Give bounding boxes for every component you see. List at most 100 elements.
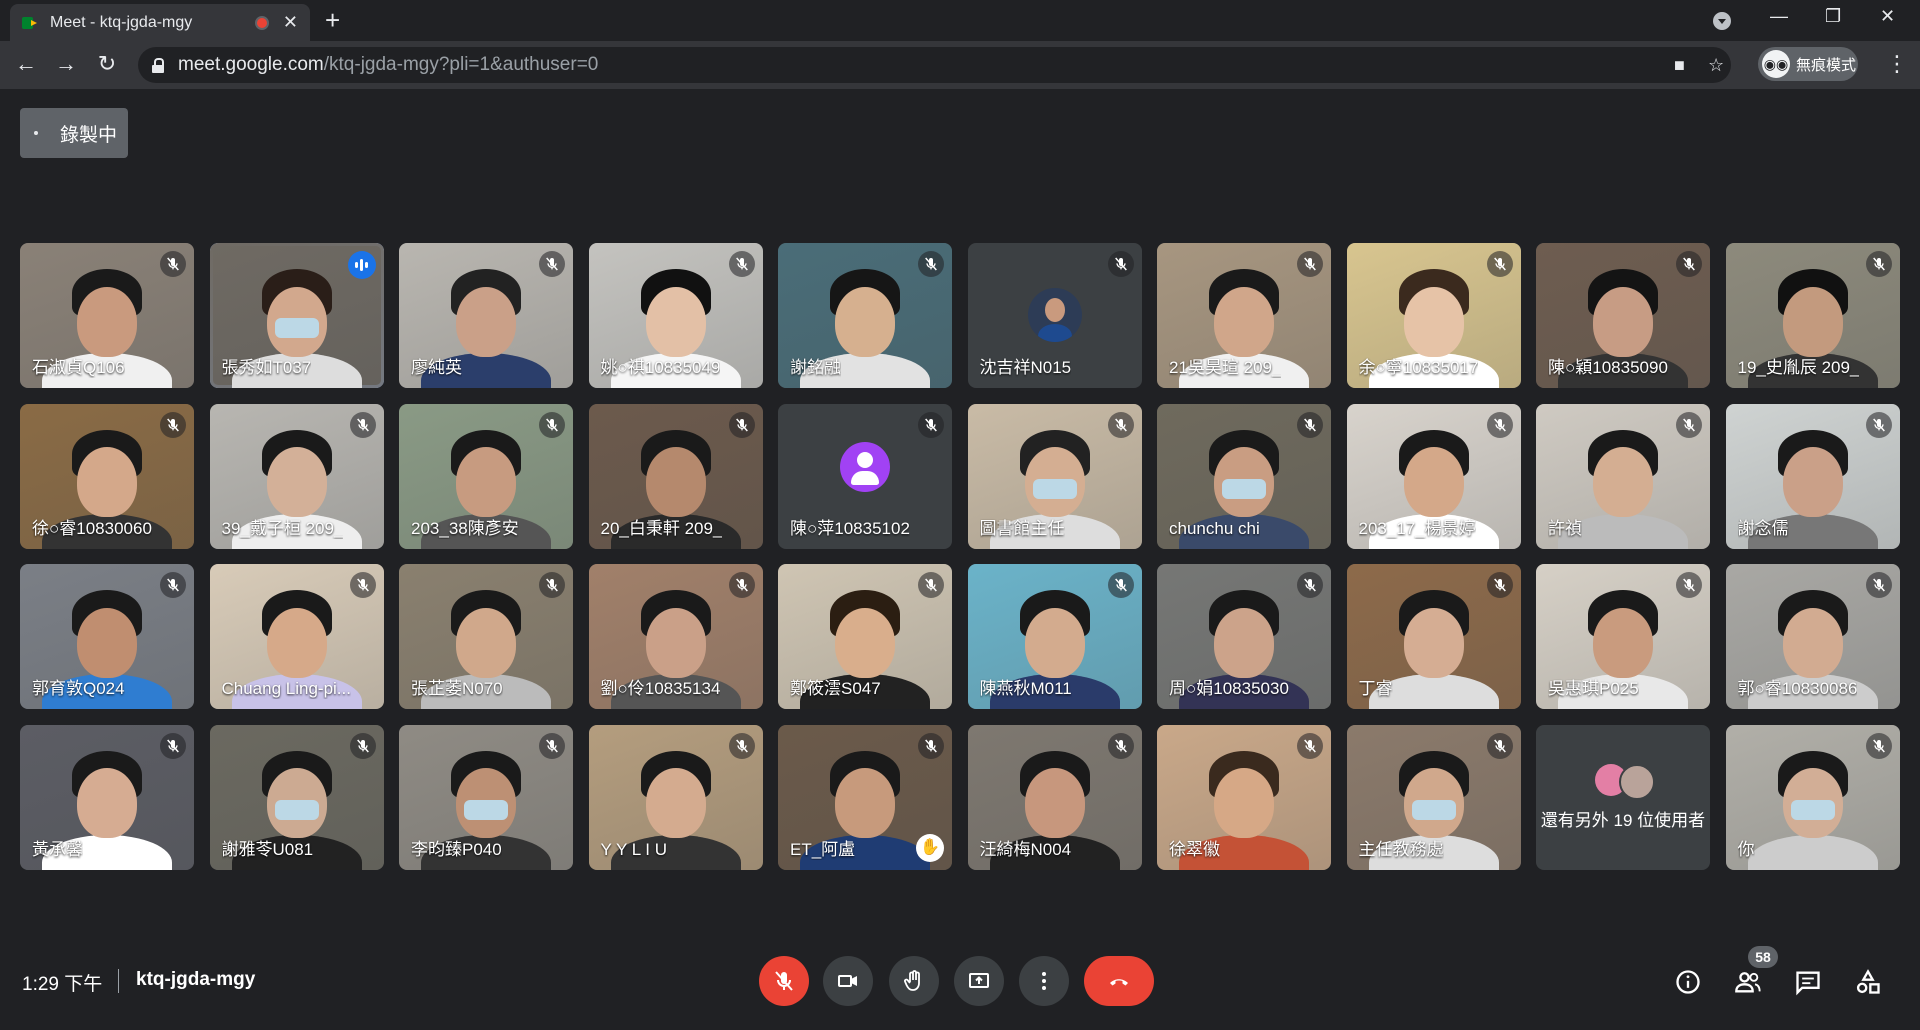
more-options-button[interactable] (1019, 956, 1069, 1006)
mic-muted-icon (1107, 732, 1134, 759)
lock-icon[interactable] (152, 58, 164, 73)
incognito-profile-button[interactable]: ◉◉ 無痕模式 (1758, 47, 1858, 81)
camera-in-use-icon[interactable]: ■ (1674, 55, 1685, 76)
browser-tab[interactable]: Meet - ktq-jgda-mgy ✕ (10, 4, 310, 41)
participant-tile[interactable]: Y Y L I U (588, 724, 763, 870)
mic-muted-icon (1297, 572, 1323, 598)
participant-tile[interactable]: 20_白秉軒 209_ (588, 403, 763, 549)
participant-name: 21吳昊瑄 209_ (1169, 358, 1282, 377)
participant-name: 周○娟10835030 (1169, 679, 1289, 698)
participant-tile[interactable]: 還有另外 19 位使用者 (1536, 724, 1710, 870)
footer-divider (118, 969, 119, 993)
tab-search-icon[interactable] (1713, 12, 1731, 30)
participant-tile[interactable]: 陳○穎10835090 (1536, 243, 1710, 388)
incognito-label: 無痕模式 (1796, 56, 1857, 74)
mic-muted-icon (1865, 732, 1892, 759)
participant-tile[interactable]: 許禎 (1536, 403, 1710, 549)
participant-tile[interactable]: 你 (1725, 724, 1900, 870)
participant-tile[interactable]: 徐翠徽 (1157, 724, 1331, 870)
participant-tile[interactable]: 丁睿 (1346, 564, 1521, 709)
participant-tile[interactable]: 汪綺梅N004 (967, 724, 1142, 870)
participant-tile[interactable]: Chuang Ling-pi... (209, 564, 384, 709)
participant-tile[interactable]: 21吳昊瑄 209_ (1157, 243, 1331, 388)
present-screen-button[interactable] (954, 956, 1004, 1006)
participant-tile[interactable]: 姚○祺10835049 (588, 243, 763, 388)
close-tab-icon[interactable]: ✕ (283, 12, 298, 33)
activities-button[interactable] (1852, 966, 1884, 998)
address-bar[interactable]: meet.google.com/ktq-jgda-mgy?pli=1&authu… (138, 47, 1731, 83)
participant-name: ET_阿盧 (790, 839, 856, 859)
participant-name: 李昀臻P040 (411, 839, 502, 859)
participant-name: 19_史胤辰 209_ (1737, 358, 1860, 377)
participant-tile[interactable]: 周○娟10835030 (1157, 564, 1331, 709)
forward-arrow-icon[interactable]: → (52, 51, 80, 77)
participant-tile[interactable]: 郭○睿10830086 (1725, 564, 1900, 709)
mic-muted-icon (539, 572, 565, 598)
people-button[interactable] (1732, 966, 1764, 998)
new-tab-button[interactable]: + (325, 6, 340, 34)
participant-tile[interactable]: 張芷萎N070 (399, 564, 573, 709)
recording-indicator-icon (254, 15, 269, 30)
close-window-icon[interactable]: ✕ (1880, 6, 1895, 27)
participant-tile[interactable]: 李昀臻P040 (399, 724, 573, 870)
participant-tile[interactable]: 鄭筱澐S047 (778, 564, 952, 709)
minimize-window-icon[interactable]: — (1770, 6, 1788, 27)
participant-tile[interactable]: 19_史胤辰 209_ (1725, 243, 1900, 388)
meeting-details-button[interactable] (1672, 966, 1704, 998)
participant-tile[interactable]: 203_17_楊景婷 (1346, 403, 1521, 549)
participant-name: 姚○祺10835049 (600, 358, 721, 377)
mic-muted-icon (1107, 572, 1134, 598)
participant-tile[interactable]: 圖書館主任 (967, 403, 1142, 549)
participant-tile[interactable]: ET_阿盧 ✋ (778, 724, 952, 870)
participant-name: Chuang Ling-pi... (221, 679, 351, 698)
bookmark-star-icon[interactable]: ☆ (1708, 55, 1724, 76)
hand-icon (904, 970, 920, 991)
raise-hand-button[interactable] (889, 956, 939, 1006)
participant-tile[interactable]: 張秀如T037 (209, 243, 384, 388)
camera-toggle-button[interactable] (823, 956, 873, 1006)
participant-tile[interactable]: 黃承馨 (20, 724, 194, 870)
mic-muted-icon (160, 251, 186, 277)
participant-tile[interactable]: 郭育敦Q024 (20, 564, 194, 709)
mic-muted-icon (539, 732, 565, 759)
mic-muted-icon (1486, 411, 1513, 438)
mic-muted-icon (1107, 411, 1134, 438)
participant-name: 20_白秉軒 209_ (600, 518, 723, 538)
participant-tile[interactable]: 39_戴子桓 209_ (209, 403, 384, 549)
participant-tile[interactable]: 陳○萍10835102 (778, 403, 952, 549)
participant-tile[interactable]: 石淑貞Q106 (20, 243, 194, 388)
recording-chip[interactable]: 錄製中 (20, 108, 128, 158)
info-icon (1676, 970, 1700, 994)
participant-tile[interactable]: 余○寧10835017 (1346, 243, 1521, 388)
participant-tile[interactable]: 謝雅苓U081 (209, 724, 384, 870)
present-icon (969, 973, 989, 988)
participant-name: 郭育敦Q024 (32, 679, 125, 698)
mic-muted-icon (1297, 732, 1323, 759)
participant-name: 主任教務處 (1358, 839, 1444, 859)
participant-tile[interactable]: 203_38陳彥安 (399, 403, 573, 549)
participant-tile[interactable]: 沈吉祥N015 (967, 243, 1142, 388)
mic-muted-icon (1676, 411, 1702, 438)
participant-tile[interactable]: 廖純英 (399, 243, 573, 388)
more-vert-icon (1042, 972, 1046, 990)
participant-tile[interactable]: 吳惠琪P025 (1536, 564, 1710, 709)
back-arrow-icon[interactable]: ← (12, 51, 40, 77)
participant-tile[interactable]: chunchu chi (1157, 403, 1331, 549)
mic-muted-icon (728, 251, 755, 277)
participant-tile[interactable]: 謝念儒 (1725, 403, 1900, 549)
reload-icon[interactable]: ↻ (93, 51, 121, 77)
participant-name: 203_17_楊景婷 (1358, 518, 1476, 538)
chat-button[interactable] (1792, 966, 1824, 998)
participant-tile[interactable]: 劉○伶10835134 (588, 564, 763, 709)
browser-menu-icon[interactable]: ⋮ (1886, 51, 1908, 77)
participant-tile[interactable]: 主任教務處 (1346, 724, 1521, 870)
raised-hand-icon: ✋ (916, 833, 944, 862)
participant-tile[interactable]: 徐○睿10830060 (20, 403, 194, 549)
microphone-toggle-button[interactable] (759, 956, 809, 1006)
participant-tile[interactable]: 謝銘融 (778, 243, 952, 388)
meeting-clock: 1:29 下午 (22, 974, 103, 995)
restore-window-icon[interactable]: ❐ (1825, 6, 1841, 27)
leave-call-button[interactable] (1084, 956, 1154, 1006)
mic-muted-icon (728, 732, 755, 759)
participant-tile[interactable]: 陳燕秋M011 (967, 564, 1142, 709)
